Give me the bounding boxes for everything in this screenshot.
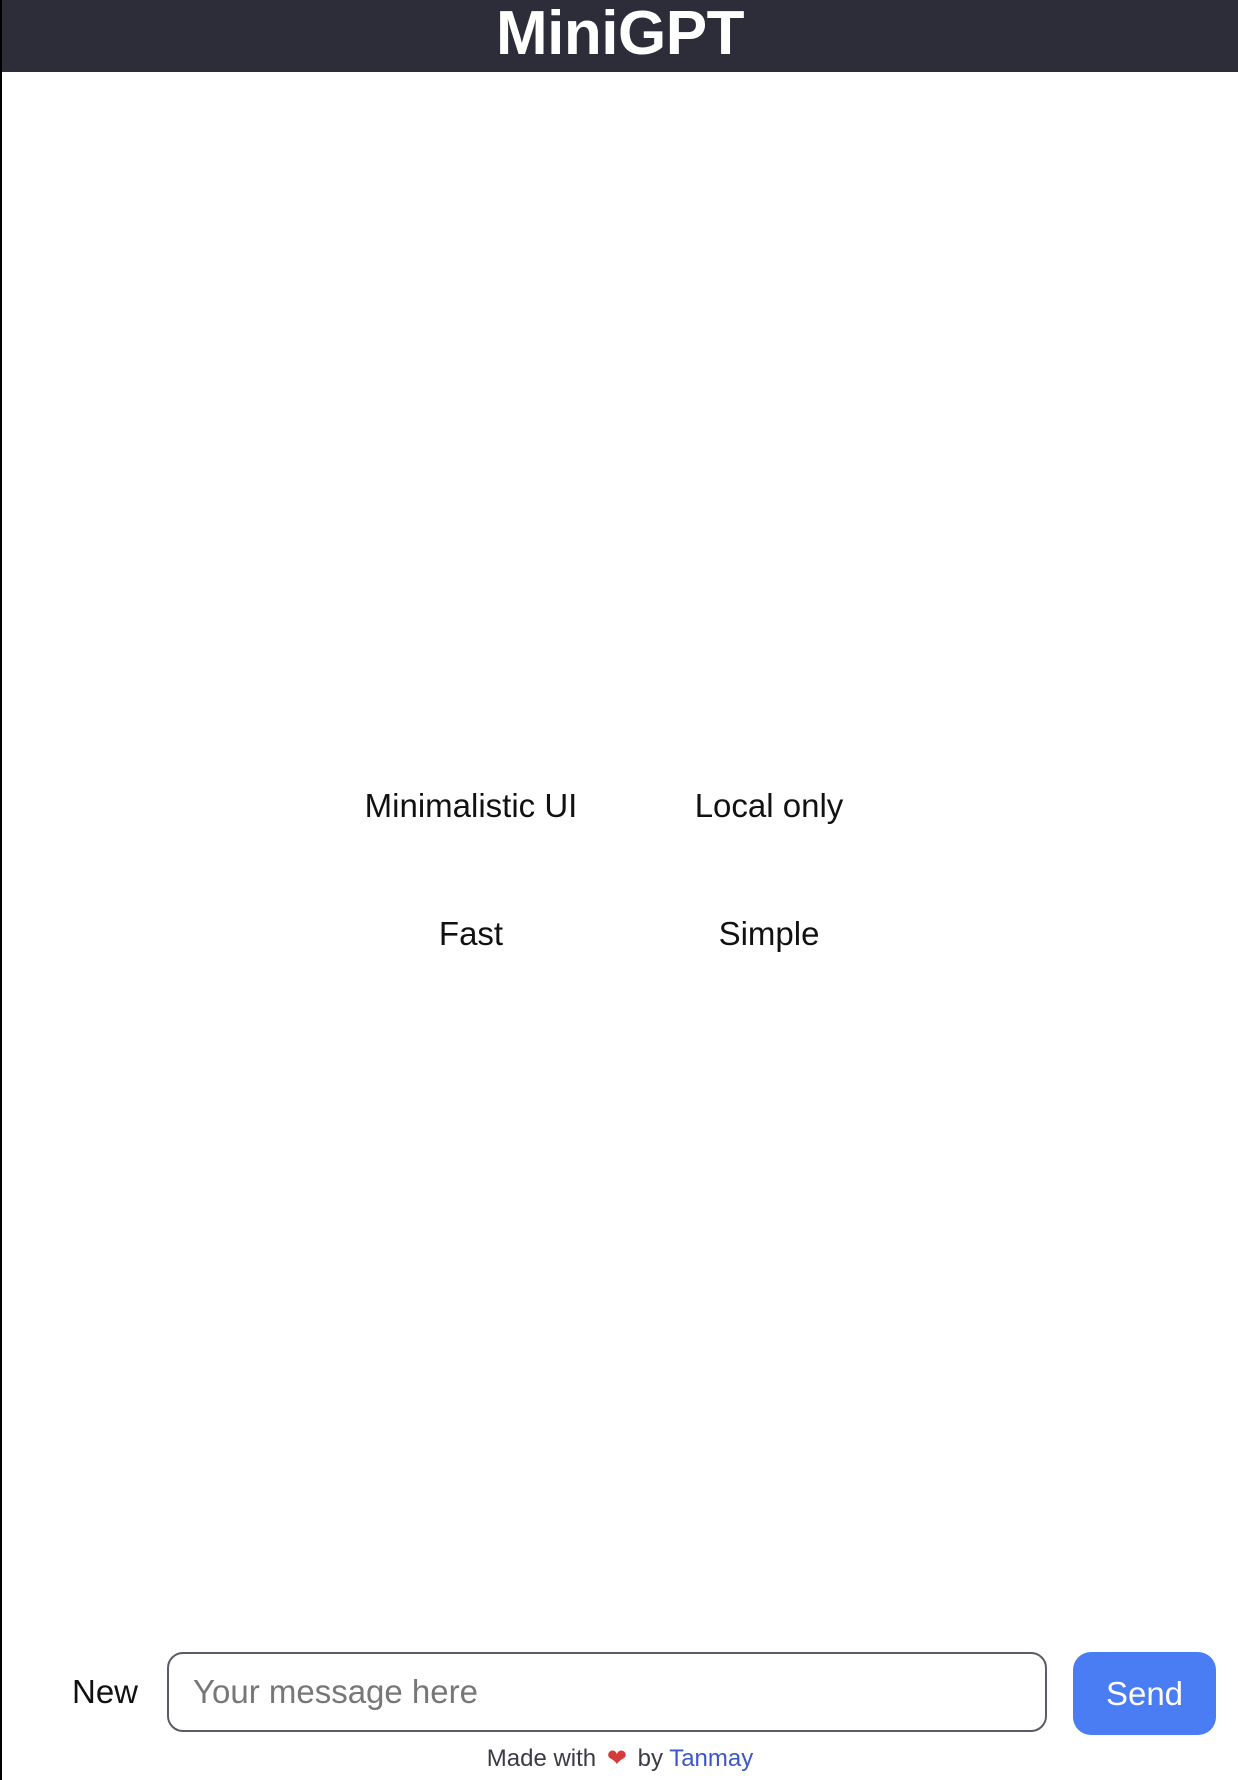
feature-minimalistic-ui: Minimalistic UI [364,787,578,824]
feature-local-only: Local only [694,787,844,824]
feature-simple: Simple [718,915,820,952]
feature-grid: Minimalistic UI Local only Fast Simple [2,770,1238,970]
footer-by: by [637,1745,663,1772]
author-link[interactable]: Tanmay [669,1745,753,1772]
heart-icon: ❤ [606,1745,627,1772]
new-chat-button[interactable]: New [72,1672,138,1712]
send-button[interactable]: Send [1073,1652,1216,1735]
feature-fast: Fast [438,915,504,952]
message-input[interactable] [167,1652,1047,1732]
header-bar: MiniGPT [2,0,1238,72]
footer-credit: Made with ❤ by Tanmay [2,1744,1238,1774]
app-title: MiniGPT [496,0,744,68]
app-window: MiniGPT Minimalistic UI Local only Fast … [2,0,1238,1780]
footer-prefix: Made with [486,1745,597,1772]
